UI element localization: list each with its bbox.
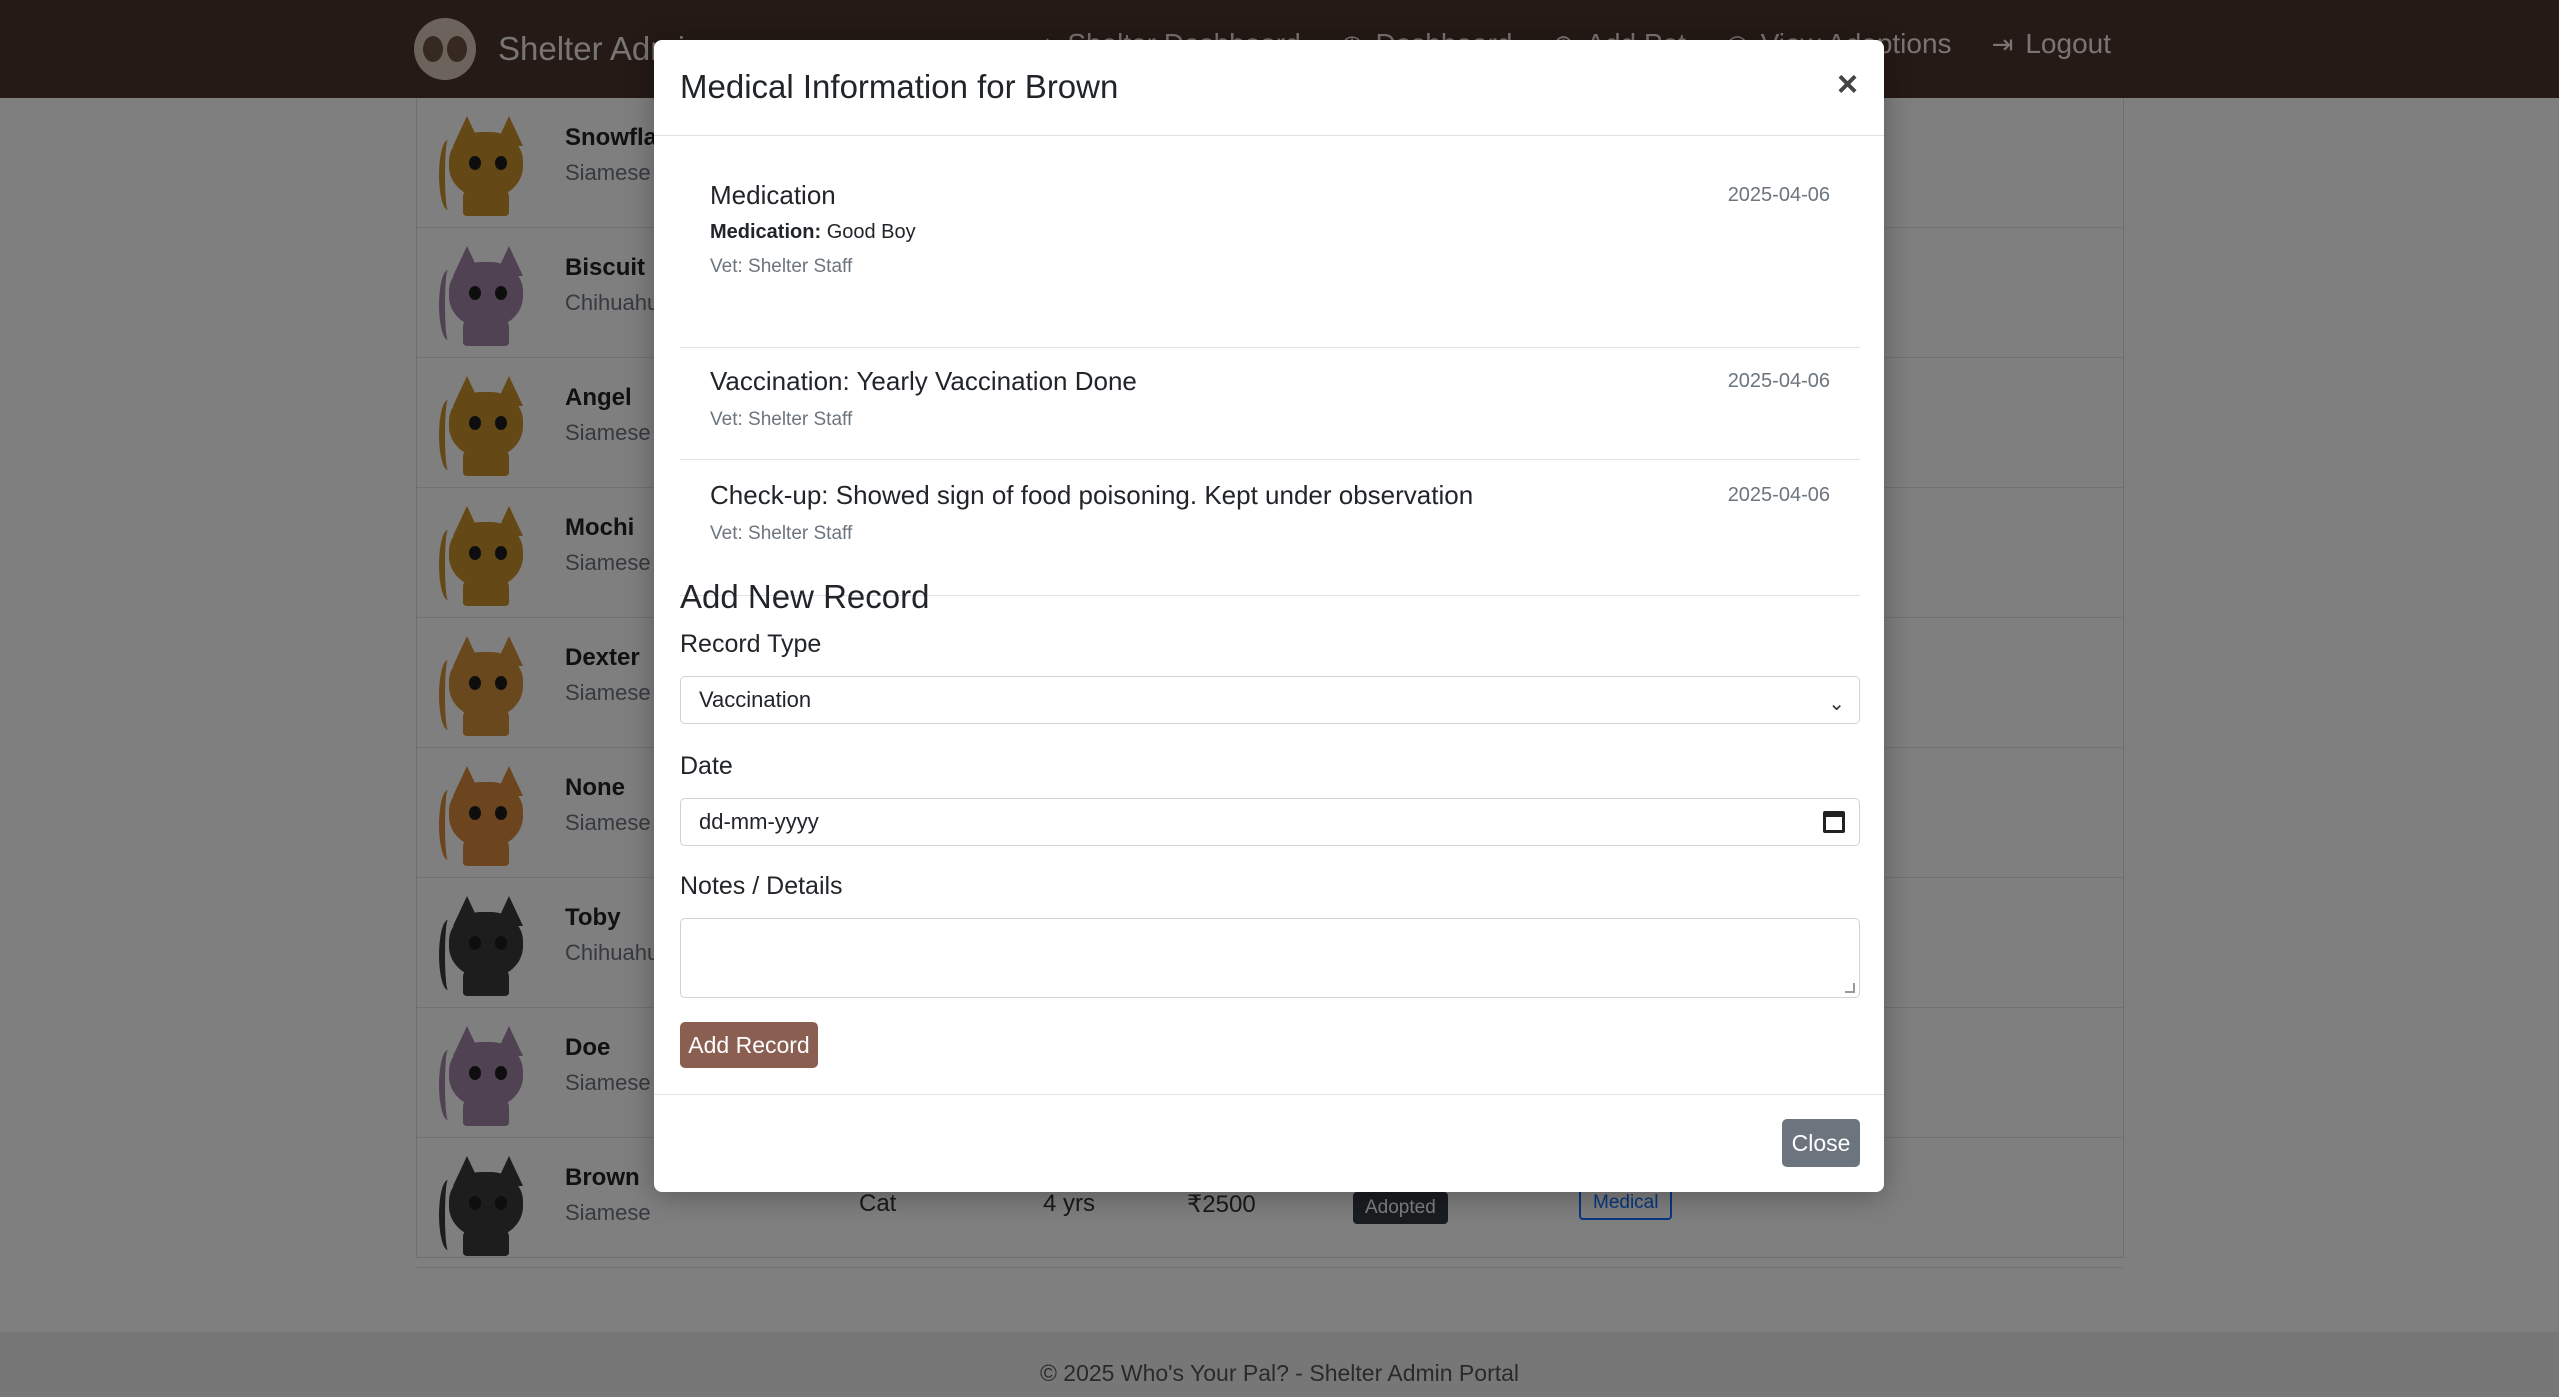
add-record-heading: Add New Record: [680, 578, 930, 615]
record-detail: Medication: Good Boy: [710, 221, 1830, 244]
record-detail-label: Medication:: [710, 221, 822, 243]
record-title: Medication: [710, 180, 836, 210]
record-date: 2025-04-06: [1727, 184, 1830, 206]
record-type-select[interactable]: Vaccination ⌄: [680, 676, 1860, 724]
medical-modal: Medical Information for Brown × Medicati…: [654, 40, 1884, 1192]
record-vet: Vet: Shelter Staff: [710, 523, 853, 544]
modal-title: Medical Information for Brown: [680, 68, 1119, 105]
record-vet: Vet: Shelter Staff: [710, 409, 853, 430]
close-icon[interactable]: ×: [1837, 66, 1858, 102]
close-button[interactable]: Close: [1782, 1119, 1860, 1167]
calendar-icon[interactable]: [1823, 811, 1845, 833]
list-item: Check-up: Showed sign of food poisoning.…: [680, 460, 1860, 596]
list-item: Medication 2025-04-06 Medication: Good B…: [680, 180, 1860, 348]
record-detail-value: Good Boy: [826, 221, 916, 243]
date-placeholder: dd-mm-yyyy: [699, 809, 819, 834]
record-type-label: Record Type: [680, 630, 822, 658]
record-title: Vaccination: Yearly Vaccination Done: [710, 366, 1137, 396]
date-input[interactable]: dd-mm-yyyy: [680, 798, 1860, 846]
record-vet: Vet: Shelter Staff: [710, 256, 853, 277]
list-item: Vaccination: Yearly Vaccination Done 202…: [680, 348, 1860, 460]
resize-handle-icon[interactable]: [1845, 983, 1855, 993]
modal-header: Medical Information for Brown ×: [654, 40, 1884, 136]
add-record-button[interactable]: Add Record: [680, 1022, 818, 1068]
record-date: 2025-04-06: [1727, 484, 1830, 506]
chevron-down-icon: ⌄: [1828, 693, 1845, 715]
date-label: Date: [680, 752, 733, 780]
medical-record-list: Medication 2025-04-06 Medication: Good B…: [680, 180, 1860, 596]
record-date: 2025-04-06: [1727, 370, 1830, 392]
notes-textarea[interactable]: [680, 918, 1860, 998]
record-type-value: Vaccination: [699, 687, 812, 712]
record-title: Check-up: Showed sign of food poisoning.…: [710, 480, 1474, 510]
notes-label: Notes / Details: [680, 872, 843, 900]
modal-footer: Close: [654, 1094, 1884, 1192]
